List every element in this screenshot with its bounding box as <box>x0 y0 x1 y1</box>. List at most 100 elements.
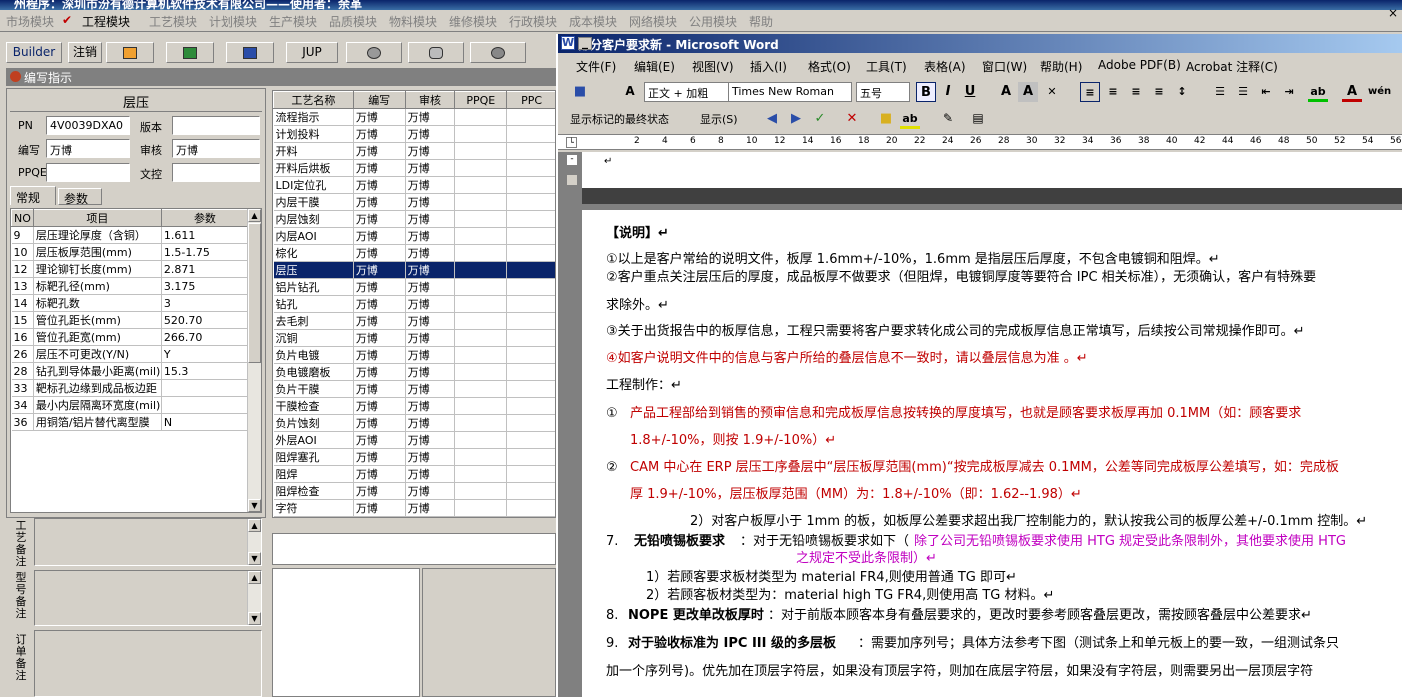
craft-memo-field[interactable]: ▲ ▼ <box>34 518 262 566</box>
process-reviewer[interactable]: 万博 <box>405 448 456 466</box>
styles-icon[interactable]: A <box>620 82 640 102</box>
process-ppc[interactable] <box>506 210 555 228</box>
align-right-icon[interactable]: ≡ <box>1126 82 1146 102</box>
increase-indent-icon[interactable]: ⇥ <box>1279 82 1299 102</box>
process-reviewer[interactable]: 万博 <box>405 244 456 262</box>
process-ppc[interactable] <box>506 414 555 432</box>
save-icon[interactable]: ■ <box>570 82 590 102</box>
process-name[interactable]: 阻焊 <box>273 465 354 483</box>
param-no[interactable]: 33 <box>11 379 34 397</box>
menu-craft[interactable]: 工艺模块 <box>149 13 197 30</box>
process-ppqe[interactable] <box>454 159 508 177</box>
process-row[interactable]: 内层蚀刻 万博 万博 <box>273 210 555 228</box>
param-row[interactable]: 10 层压板厚范围(mm) 1.5-1.75 <box>11 243 250 261</box>
bold-button[interactable]: B <box>916 82 936 102</box>
process-row[interactable]: 流程指示 万博 万博 <box>273 108 555 126</box>
param-row[interactable]: 16 管位孔距宽(mm) 266.70 <box>11 328 250 346</box>
param-item[interactable]: 层压板厚范围(mm) <box>33 243 162 261</box>
param-value[interactable] <box>161 396 250 414</box>
process-writer[interactable]: 万博 <box>353 227 406 245</box>
param-row[interactable]: 9 层压理论厚度（含铜） 1.611 <box>11 226 250 244</box>
process-row[interactable]: 内层干膜 万博 万博 <box>273 193 555 211</box>
param-no[interactable]: 34 <box>11 396 34 414</box>
jup-button[interactable]: JUP <box>286 42 338 63</box>
process-ppc[interactable] <box>506 448 555 466</box>
param-item[interactable]: 理论铆钉长度(mm) <box>33 260 162 278</box>
param-value[interactable]: 3 <box>161 294 250 312</box>
phonetic-icon[interactable]: wén <box>1368 82 1391 102</box>
process-writer[interactable]: 万博 <box>353 312 406 330</box>
process-reviewer[interactable]: 万博 <box>405 431 456 449</box>
menu-admin[interactable]: 行政模块 <box>509 13 557 30</box>
process-ppqe[interactable] <box>454 244 508 262</box>
process-reviewer[interactable]: 万博 <box>405 108 456 126</box>
param-row[interactable]: 12 理论铆钉长度(mm) 2.871 <box>11 260 250 278</box>
font-color-icon[interactable]: A <box>1342 82 1362 102</box>
process-writer[interactable]: 万博 <box>353 159 406 177</box>
param-row[interactable]: 26 层压不可更改(Y/N) Y <box>11 345 250 363</box>
process-row[interactable]: 字符 万博 万博 <box>273 499 555 517</box>
param-item[interactable]: 标靶孔数 <box>33 294 162 312</box>
process-reviewer[interactable]: 万博 <box>405 261 456 279</box>
process-name[interactable]: LDI定位孔 <box>273 176 354 194</box>
process-name[interactable]: 干膜检查 <box>273 397 354 415</box>
process-row[interactable]: 层压 万博 万博 <box>273 261 555 279</box>
process-ppqe[interactable] <box>454 346 508 364</box>
char-border-button[interactable]: A <box>996 82 1016 102</box>
param-no[interactable]: 26 <box>11 345 34 363</box>
process-reviewer[interactable]: 万博 <box>405 125 456 143</box>
process-name[interactable]: 负电镀磨板 <box>273 363 354 381</box>
process-ppc[interactable] <box>506 159 555 177</box>
minimize-icon[interactable]: _ <box>578 36 592 50</box>
param-item[interactable]: 层压理论厚度（含铜） <box>33 226 162 244</box>
process-reviewer[interactable]: 万博 <box>405 346 456 364</box>
process-ppc[interactable] <box>506 278 555 296</box>
process-writer[interactable]: 万博 <box>353 363 406 381</box>
menu-production[interactable]: 生产模块 <box>269 13 317 30</box>
param-row[interactable]: 14 标靶孔数 3 <box>11 294 250 312</box>
process-ppc[interactable] <box>506 193 555 211</box>
process-ppqe[interactable] <box>454 465 508 483</box>
scroll-up-icon[interactable]: ▲ <box>248 209 261 222</box>
process-name[interactable]: 去毛刺 <box>273 312 354 330</box>
process-ppqe[interactable] <box>454 295 508 313</box>
show-menu[interactable]: 显示(S) <box>700 111 738 127</box>
process-ppc[interactable] <box>506 465 555 483</box>
process-name[interactable]: 内层AOI <box>273 227 354 245</box>
justify-icon[interactable]: ≡ <box>1149 82 1169 102</box>
process-ppc[interactable] <box>506 176 555 194</box>
process-name[interactable]: 开料后烘板 <box>273 159 354 177</box>
process-ppqe[interactable] <box>454 482 508 500</box>
process-reviewer[interactable]: 万博 <box>405 227 456 245</box>
scroll-down-icon[interactable]: ▼ <box>248 552 261 565</box>
menu-plan[interactable]: 计划模块 <box>209 13 257 30</box>
process-reviewer[interactable]: 万博 <box>405 142 456 160</box>
reject-change-icon[interactable]: ✕ <box>842 109 862 129</box>
param-item[interactable]: 靶标孔边缘到成品板边距 <box>33 379 162 397</box>
process-ppqe[interactable] <box>454 329 508 347</box>
process-ppc[interactable] <box>506 431 555 449</box>
word-menu-acrobat[interactable]: Acrobat 注释(C) <box>1186 58 1278 75</box>
process-name[interactable]: 负片电镀 <box>273 346 354 364</box>
process-row[interactable]: 钻孔 万博 万博 <box>273 295 555 313</box>
word-menu-adobe-pdf[interactable]: Adobe PDF(B) <box>1098 58 1181 72</box>
process-ppc[interactable] <box>506 142 555 160</box>
param-value[interactable]: 520.70 <box>161 311 250 329</box>
process-name[interactable]: 铝片钻孔 <box>273 278 354 296</box>
process-ppc[interactable] <box>506 125 555 143</box>
writer-field[interactable]: 万博 <box>46 139 130 158</box>
process-name[interactable]: 阻焊塞孔 <box>273 448 354 466</box>
process-writer[interactable]: 万博 <box>353 499 406 517</box>
process-ppqe[interactable] <box>454 125 508 143</box>
process-name[interactable]: 外层AOI <box>273 431 354 449</box>
menu-cost[interactable]: 成本模块 <box>569 13 617 30</box>
process-ppqe[interactable] <box>454 397 508 415</box>
col-ppqe[interactable]: PPQE <box>454 91 508 109</box>
document-page[interactable]: ↵ 【说明】↵ ①以上是客户常给的说明文件，板厚 1.6mm+/-10%，1.6… <box>582 152 1402 697</box>
export-word-button[interactable] <box>226 42 274 63</box>
param-no[interactable]: 10 <box>11 243 34 261</box>
param-row[interactable]: 15 管位孔距长(mm) 520.70 <box>11 311 250 329</box>
process-reviewer[interactable]: 万博 <box>405 482 456 500</box>
process-row[interactable]: 开料后烘板 万博 万博 <box>273 159 555 177</box>
process-ppqe[interactable] <box>454 380 508 398</box>
